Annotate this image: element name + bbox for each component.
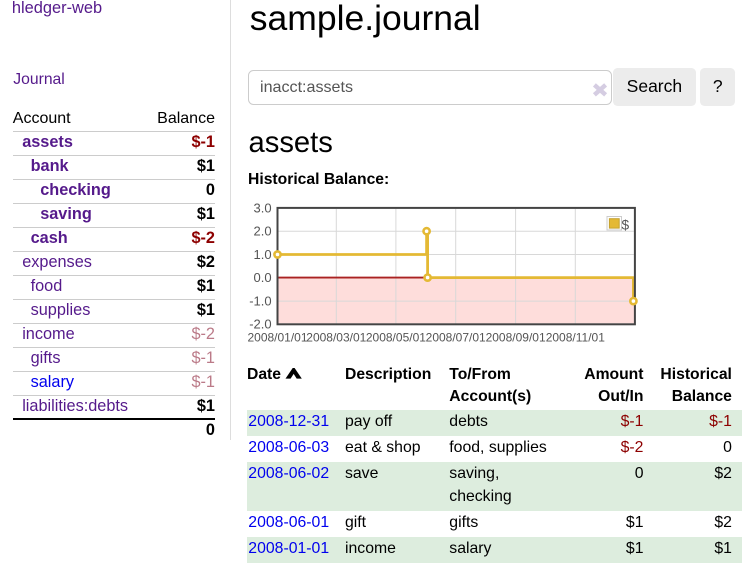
svg-text:2008/09/01: 2008/09/01 <box>486 330 546 344</box>
svg-text:2008/05/01: 2008/05/01 <box>366 330 426 344</box>
svg-text:2008/01/01: 2008/01/01 <box>247 330 307 344</box>
svg-text:$: $ <box>622 217 630 232</box>
svg-text:-1.0: -1.0 <box>249 293 271 308</box>
svg-text:2008/11/01: 2008/11/01 <box>546 330 605 344</box>
svg-text:0.0: 0.0 <box>254 270 272 285</box>
svg-text:3.0: 3.0 <box>254 200 272 215</box>
svg-text:2008/03/01: 2008/03/01 <box>306 330 366 344</box>
svg-text:1.0: 1.0 <box>254 247 272 262</box>
svg-text:2.0: 2.0 <box>254 224 272 239</box>
svg-text:2008/07/01: 2008/07/01 <box>426 330 486 344</box>
